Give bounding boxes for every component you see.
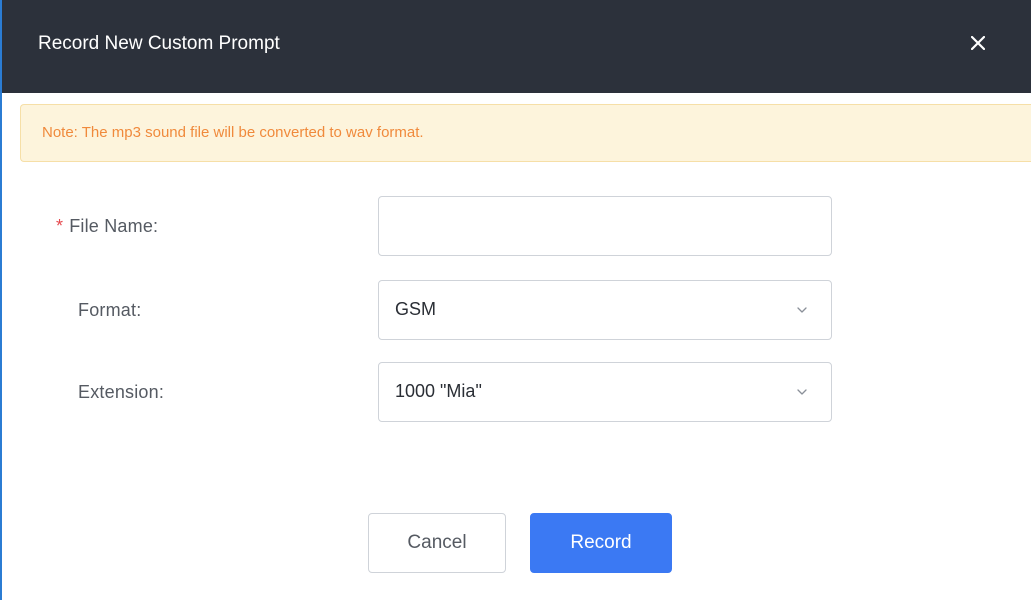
- note-banner: Note: The mp3 sound file will be convert…: [20, 104, 1031, 162]
- cancel-button[interactable]: Cancel: [368, 513, 506, 573]
- close-icon: [971, 36, 985, 50]
- dialog-header: Record New Custom Prompt: [2, 0, 1031, 93]
- chevron-down-icon: [797, 307, 807, 313]
- extension-select[interactable]: 1000 "Mia": [378, 362, 832, 422]
- format-label: Format:: [78, 300, 142, 320]
- file-name-input[interactable]: [378, 196, 832, 256]
- note-text: Note: The mp3 sound file will be convert…: [42, 124, 424, 141]
- format-select-value: GSM: [395, 299, 437, 319]
- extension-select-value: 1000 "Mia": [395, 381, 482, 401]
- extension-label: Extension:: [78, 382, 165, 402]
- dialog-title: Record New Custom Prompt: [38, 33, 280, 54]
- record-prompt-dialog: Record New Custom Prompt Note: The mp3 s…: [0, 0, 1031, 600]
- format-select[interactable]: GSM: [378, 280, 832, 340]
- file-name-label-wrapper: * File Name:: [56, 216, 158, 237]
- required-indicator: *: [56, 216, 64, 236]
- file-name-label: File Name:: [69, 216, 159, 236]
- record-button[interactable]: Record: [530, 513, 672, 573]
- close-button[interactable]: [963, 28, 993, 58]
- chevron-down-icon: [797, 389, 807, 395]
